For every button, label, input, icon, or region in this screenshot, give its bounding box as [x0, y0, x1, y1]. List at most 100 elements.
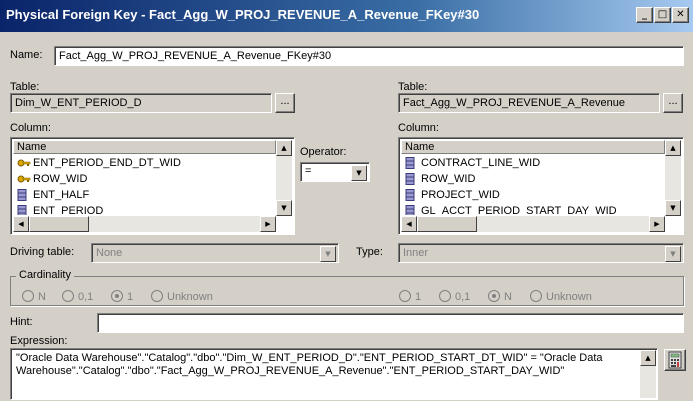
column-icon — [17, 205, 29, 215]
driving-table-select: None ▼ — [91, 243, 339, 263]
title-bar[interactable]: Physical Foreign Key - Fact_Agg_W_PROJ_R… — [0, 0, 693, 32]
left-table-label: Table: — [10, 81, 40, 93]
right-list-vscrollbar[interactable]: ▲ ▼ — [665, 140, 681, 216]
driving-table-value: None — [96, 247, 123, 259]
left-column-label: Column: — [10, 122, 51, 134]
radio-icon — [439, 290, 451, 302]
column-name: ENT_PERIOD — [33, 205, 104, 215]
minimize-button[interactable]: _ — [636, 7, 653, 23]
radio-icon — [399, 290, 411, 302]
left-column-header[interactable]: Name — [13, 140, 276, 154]
expression-label: Expression: — [10, 335, 68, 347]
radio-label: Unknown — [546, 291, 592, 303]
scroll-thumb[interactable] — [417, 216, 477, 232]
list-item[interactable]: ENT_PERIOD_END_DT_WID — [15, 155, 181, 171]
scroll-down-icon[interactable]: ▼ — [665, 200, 681, 216]
column-icon — [405, 189, 417, 201]
left-table-browse-button[interactable]: ... — [275, 93, 295, 113]
list-item[interactable]: ROW_WID — [403, 171, 475, 187]
driving-table-label: Driving table: — [10, 246, 75, 258]
list-item[interactable]: ENT_HALF — [15, 187, 89, 203]
column-name: ENT_PERIOD_END_DT_WID — [33, 157, 181, 169]
key-icon — [17, 173, 31, 185]
calculator-icon — [668, 351, 682, 369]
left-table-field: Dim_W_ENT_PERIOD_D — [10, 93, 272, 113]
list-item[interactable]: ROW_WID — [15, 171, 87, 187]
cardinality-left-unknown-radio[interactable]: Unknown — [151, 290, 213, 303]
scroll-up-icon[interactable]: ▲ — [276, 140, 292, 156]
column-name: ROW_WID — [421, 173, 476, 185]
radio-label: 0,1 — [78, 291, 94, 303]
column-name: PROJECT_WID — [421, 189, 500, 201]
scroll-up-icon[interactable]: ▲ — [665, 140, 681, 156]
radio-label: N — [504, 291, 512, 303]
scroll-down-icon[interactable]: ▼ — [276, 200, 292, 216]
maximize-button[interactable]: □ — [654, 7, 671, 23]
list-item[interactable]: GL_ACCT_PERIOD_START_DAY_WID — [403, 203, 617, 215]
radio-label: 1 — [415, 291, 422, 303]
scroll-up-icon[interactable]: ▲ — [640, 350, 656, 366]
chevron-down-icon: ▼ — [665, 246, 681, 262]
column-name: ROW_WID — [33, 173, 88, 185]
scroll-right-icon[interactable]: ▶ — [260, 216, 276, 232]
cardinality-left-1-radio[interactable]: 1 — [111, 290, 133, 303]
column-name: GL_ACCT_PERIOD_START_DAY_WID — [421, 205, 617, 215]
radio-icon — [530, 290, 542, 302]
left-column-list[interactable]: Name ENT_PERIOD_END_DT_WID ROW_WID ENT_H… — [10, 137, 295, 235]
radio-selected-icon — [488, 290, 500, 302]
operator-label: Operator: — [300, 146, 347, 158]
expression-builder-button[interactable] — [664, 349, 686, 371]
radio-selected-icon — [111, 290, 123, 302]
expression-vscrollbar[interactable]: ▲ — [640, 350, 656, 398]
radio-label: 1 — [127, 291, 134, 303]
expression-field[interactable]: "Oracle Data Warehouse"."Catalog"."dbo".… — [10, 348, 658, 400]
hint-label: Hint: — [10, 316, 33, 328]
chevron-down-icon[interactable]: ▼ — [351, 165, 367, 181]
type-select: Inner ▼ — [398, 243, 684, 263]
expression-text: "Oracle Data Warehouse"."Catalog"."dbo".… — [16, 352, 603, 377]
cardinality-right-n-radio[interactable]: N — [488, 290, 512, 303]
right-column-list[interactable]: Name CONTRACT_LINE_WID ROW_WID PROJECT_W… — [398, 137, 684, 235]
cardinality-right-01-radio[interactable]: 0,1 — [439, 290, 470, 303]
scroll-left-icon[interactable]: ◀ — [401, 216, 417, 232]
cardinality-right-unknown-radio[interactable]: Unknown — [530, 290, 592, 303]
column-icon — [405, 173, 417, 185]
right-table-label: Table: — [398, 81, 428, 93]
column-icon — [17, 189, 29, 201]
column-name: CONTRACT_LINE_WID — [421, 157, 541, 169]
chevron-down-icon: ▼ — [320, 246, 336, 262]
right-table-field: Fact_Agg_W_PROJ_REVENUE_A_Revenue — [398, 93, 660, 113]
name-field[interactable]: Fact_Agg_W_PROJ_REVENUE_A_Revenue_FKey#3… — [54, 46, 684, 66]
cardinality-left-n-radio[interactable]: N — [22, 290, 46, 303]
column-name: ENT_HALF — [33, 189, 90, 201]
cardinality-right-1-radio[interactable]: 1 — [399, 290, 421, 303]
type-label: Type: — [356, 246, 383, 258]
list-item[interactable]: CONTRACT_LINE_WID — [403, 155, 540, 171]
right-column-header[interactable]: Name — [401, 140, 665, 154]
right-table-browse-button[interactable]: ... — [663, 93, 683, 113]
scroll-left-icon[interactable]: ◀ — [13, 216, 29, 232]
right-list-hscrollbar[interactable]: ◀ ▶ — [401, 216, 665, 232]
radio-icon — [151, 290, 163, 302]
cardinality-left-01-radio[interactable]: 0,1 — [62, 290, 93, 303]
radio-icon — [22, 290, 34, 302]
type-value: Inner — [403, 247, 429, 259]
list-item[interactable]: ENT_PERIOD — [15, 203, 103, 215]
right-column-label: Column: — [398, 122, 439, 134]
column-icon — [405, 205, 417, 215]
operator-select[interactable]: = ▼ — [300, 162, 370, 182]
radio-icon — [62, 290, 74, 302]
operator-value: = — [305, 165, 312, 177]
column-icon — [405, 157, 417, 169]
left-list-hscrollbar[interactable]: ◀ ▶ — [13, 216, 276, 232]
hint-field[interactable] — [97, 313, 684, 333]
list-item[interactable]: PROJECT_WID — [403, 187, 500, 203]
scroll-thumb[interactable] — [29, 216, 89, 232]
scroll-right-icon[interactable]: ▶ — [649, 216, 665, 232]
key-icon — [17, 157, 31, 169]
left-list-vscrollbar[interactable]: ▲ ▼ — [276, 140, 292, 216]
name-label: Name: — [10, 49, 43, 61]
cardinality-label: Cardinality — [16, 269, 74, 281]
close-button[interactable]: ✕ — [672, 7, 689, 23]
radio-label: Unknown — [167, 291, 213, 303]
